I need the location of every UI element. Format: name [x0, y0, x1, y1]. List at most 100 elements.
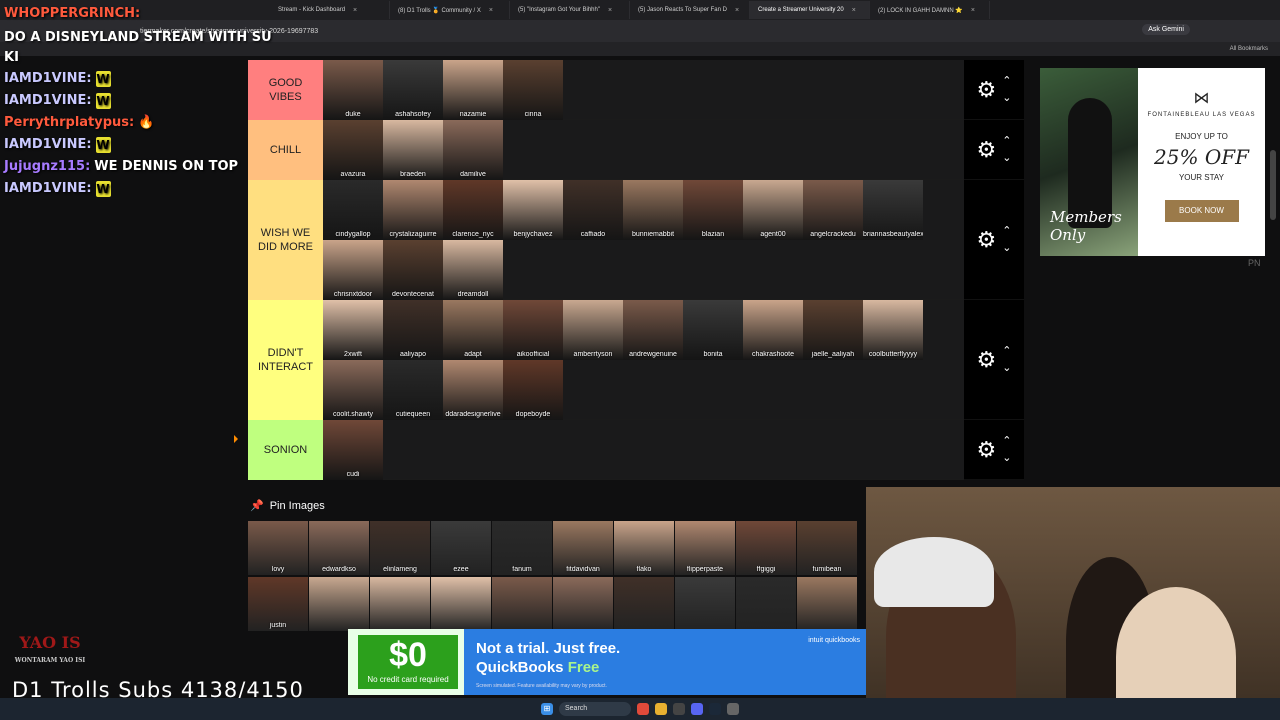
- streamer-thumbnail[interactable]: blazian: [683, 180, 743, 240]
- all-bookmarks-link[interactable]: All Bookmarks: [1230, 46, 1268, 52]
- pin-image[interactable]: [309, 576, 369, 631]
- chevron-down-icon[interactable]: ⌄: [1002, 362, 1011, 374]
- chevron-up-icon[interactable]: ⌃: [1002, 435, 1011, 447]
- streamer-thumbnail[interactable]: adapt: [443, 300, 503, 360]
- pin-image[interactable]: edwardkso: [309, 521, 369, 575]
- tier-label[interactable]: GOOD VIBES: [248, 60, 323, 120]
- browser-tab[interactable]: Stream - Kick Dashboard ×: [270, 1, 390, 19]
- streamer-thumbnail[interactable]: coolit.shawty: [323, 360, 383, 420]
- gear-icon[interactable]: ⚙: [977, 227, 997, 253]
- windows-start-icon[interactable]: ⊞: [541, 703, 553, 715]
- quickbooks-ad[interactable]: $0 No credit card required Not a trial. …: [348, 629, 866, 695]
- streamer-thumbnail[interactable]: amberrtyson: [563, 300, 623, 360]
- book-now-button[interactable]: BOOK NOW: [1164, 200, 1239, 222]
- streamer-thumbnail[interactable]: clarence_nyc: [443, 180, 503, 240]
- streamer-thumbnail[interactable]: benjychavez: [503, 180, 563, 240]
- pin-image[interactable]: fumibean: [797, 521, 857, 575]
- steam-icon[interactable]: [709, 703, 721, 715]
- streamer-thumbnail[interactable]: cinna: [503, 60, 563, 120]
- close-tab-icon[interactable]: ×: [852, 7, 856, 14]
- pin-image[interactable]: fitdavidvan: [553, 521, 613, 575]
- streamer-thumbnail[interactable]: damilive: [443, 120, 503, 180]
- pin-image[interactable]: flako: [614, 521, 674, 575]
- close-tab-icon[interactable]: ×: [608, 7, 612, 14]
- streamer-thumbnail[interactable]: nazamie: [443, 60, 503, 120]
- page-scrollbar[interactable]: [1270, 150, 1276, 220]
- streamer-thumbnail[interactable]: ashahsofey: [383, 60, 443, 120]
- chevron-up-icon[interactable]: ⌃: [1002, 345, 1011, 357]
- streamer-thumbnail[interactable]: 2xwift: [323, 300, 383, 360]
- streamer-thumbnail[interactable]: caffiado: [563, 180, 623, 240]
- streamer-thumbnail[interactable]: ddaradesignerlive: [443, 360, 503, 420]
- pin-image[interactable]: [553, 576, 613, 631]
- pin-image[interactable]: ffgiggi: [736, 521, 796, 575]
- fontainebleau-ad[interactable]: Members Only ⋈ FONTAINEBLEAU LAS VEGAS E…: [1040, 68, 1265, 256]
- streamer-thumbnail[interactable]: coolbutterflyyyy: [863, 300, 923, 360]
- chevron-down-icon[interactable]: ⌄: [1002, 152, 1011, 164]
- tier-label[interactable]: CHILL: [248, 120, 323, 180]
- streamer-thumbnail[interactable]: jaelle_aaliyah: [803, 300, 863, 360]
- browser-tab[interactable]: Create a Streamer University 20 ×: [750, 1, 870, 19]
- streamer-thumbnail[interactable]: bunniemabbit: [623, 180, 683, 240]
- pin-image[interactable]: elinlameng: [370, 521, 430, 575]
- streamer-thumbnail[interactable]: angelcrackedu: [803, 180, 863, 240]
- streamer-thumbnail[interactable]: crystalizaguirre: [383, 180, 443, 240]
- close-tab-icon[interactable]: ×: [971, 7, 975, 14]
- streamer-thumbnail[interactable]: aaliyapo: [383, 300, 443, 360]
- streamer-thumbnail[interactable]: cindygallop: [323, 180, 383, 240]
- streamer-thumbnail[interactable]: cutiequeen: [383, 360, 443, 420]
- browser-tab[interactable]: (5) Jason Reacts To Super Fan D ×: [630, 1, 750, 19]
- chevron-down-icon[interactable]: ⌄: [1002, 452, 1011, 464]
- streamer-thumbnail[interactable]: andrewgenuine: [623, 300, 683, 360]
- streamer-thumbnail[interactable]: aikoofficial: [503, 300, 563, 360]
- streamer-thumbnail[interactable]: bonita: [683, 300, 743, 360]
- browser-tab[interactable]: (8) D1 Trolls 🏅 Community / X ×: [390, 1, 510, 19]
- streamer-thumbnail[interactable]: braeden: [383, 120, 443, 180]
- streamer-thumbnail[interactable]: chakrashoote: [743, 300, 803, 360]
- streamer-thumbnail[interactable]: devontecenat: [383, 240, 443, 300]
- streamer-thumbnail[interactable]: cudi: [323, 420, 383, 480]
- gear-icon[interactable]: ⚙: [977, 437, 997, 463]
- chevron-up-icon[interactable]: ⌃: [1002, 135, 1011, 147]
- gear-icon[interactable]: ⚙: [977, 77, 997, 103]
- gear-icon[interactable]: ⚙: [977, 137, 997, 163]
- chevron-up-icon[interactable]: ⌃: [1002, 225, 1011, 237]
- streamer-thumbnail[interactable]: agent00: [743, 180, 803, 240]
- pin-images-header[interactable]: 📌 Pin Images: [250, 499, 325, 513]
- chevron-down-icon[interactable]: ⌄: [1002, 242, 1011, 254]
- pin-image[interactable]: [370, 576, 430, 631]
- streamer-thumbnail[interactable]: duke: [323, 60, 383, 120]
- streamer-thumbnail[interactable]: chrisnxtdoor: [323, 240, 383, 300]
- discord-icon[interactable]: [691, 703, 703, 715]
- pin-image[interactable]: [675, 576, 735, 631]
- tier-label[interactable]: WISH WE DID MORE: [248, 180, 323, 300]
- pin-image[interactable]: [492, 576, 552, 631]
- chevron-down-icon[interactable]: ⌄: [1002, 92, 1011, 104]
- streamer-thumbnail[interactable]: briannasbeautyalexis: [863, 180, 923, 240]
- pin-image[interactable]: [614, 576, 674, 631]
- pin-image[interactable]: lovy: [248, 521, 308, 575]
- pin-image[interactable]: ezee: [431, 521, 491, 575]
- chrome-icon[interactable]: [637, 703, 649, 715]
- pin-image[interactable]: fanum: [492, 521, 552, 575]
- pin-image[interactable]: [431, 576, 491, 631]
- pin-image[interactable]: flipperpaste: [675, 521, 735, 575]
- streamer-thumbnail[interactable]: dopeboyde: [503, 360, 563, 420]
- app-icon[interactable]: [727, 703, 739, 715]
- tier-label[interactable]: DIDN'T INTERACT: [248, 300, 323, 420]
- gear-icon[interactable]: ⚙: [977, 347, 997, 373]
- pin-image[interactable]: [736, 576, 796, 631]
- pin-image[interactable]: justin: [248, 576, 308, 631]
- file-explorer-icon[interactable]: [655, 703, 667, 715]
- tier-label[interactable]: SONION: [248, 420, 323, 480]
- close-tab-icon[interactable]: ×: [353, 7, 357, 14]
- streamer-thumbnail[interactable]: avazura: [323, 120, 383, 180]
- obs-icon[interactable]: [673, 703, 685, 715]
- ask-gemini-button[interactable]: Ask Gemini: [1142, 24, 1190, 35]
- pin-image[interactable]: [797, 576, 857, 631]
- close-tab-icon[interactable]: ×: [489, 7, 493, 14]
- close-tab-icon[interactable]: ×: [735, 7, 739, 14]
- browser-tab[interactable]: (5) "Instagram Got Your Bihhh" ×: [510, 1, 630, 19]
- chevron-up-icon[interactable]: ⌃: [1002, 75, 1011, 87]
- browser-tab[interactable]: (2) LOCK IN GAHH DAMNN ⭐ ×: [870, 1, 990, 19]
